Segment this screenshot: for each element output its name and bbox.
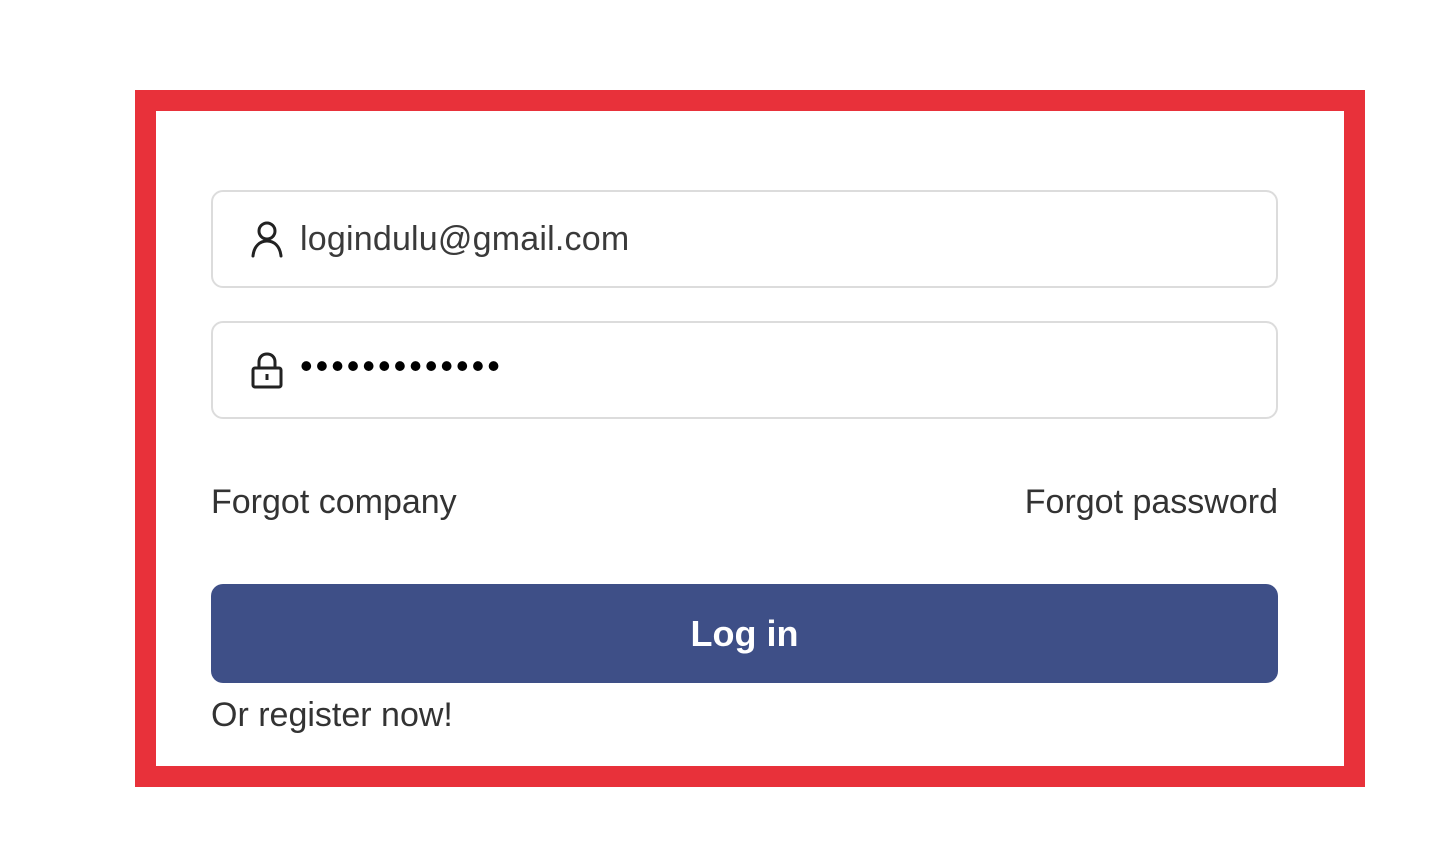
login-button[interactable]: Log in bbox=[211, 584, 1278, 683]
forgot-company-link[interactable]: Forgot company bbox=[211, 482, 457, 522]
password-field[interactable]: ••••••••••••• bbox=[211, 321, 1278, 419]
register-link[interactable]: Or register now! bbox=[211, 695, 453, 735]
username-field[interactable]: logindulu@gmail.com bbox=[211, 190, 1278, 288]
password-value: ••••••••••••• bbox=[300, 345, 503, 386]
user-icon bbox=[249, 219, 285, 259]
lock-icon bbox=[249, 350, 285, 390]
username-value: logindulu@gmail.com bbox=[300, 219, 630, 258]
forgot-password-link[interactable]: Forgot password bbox=[1025, 482, 1278, 522]
